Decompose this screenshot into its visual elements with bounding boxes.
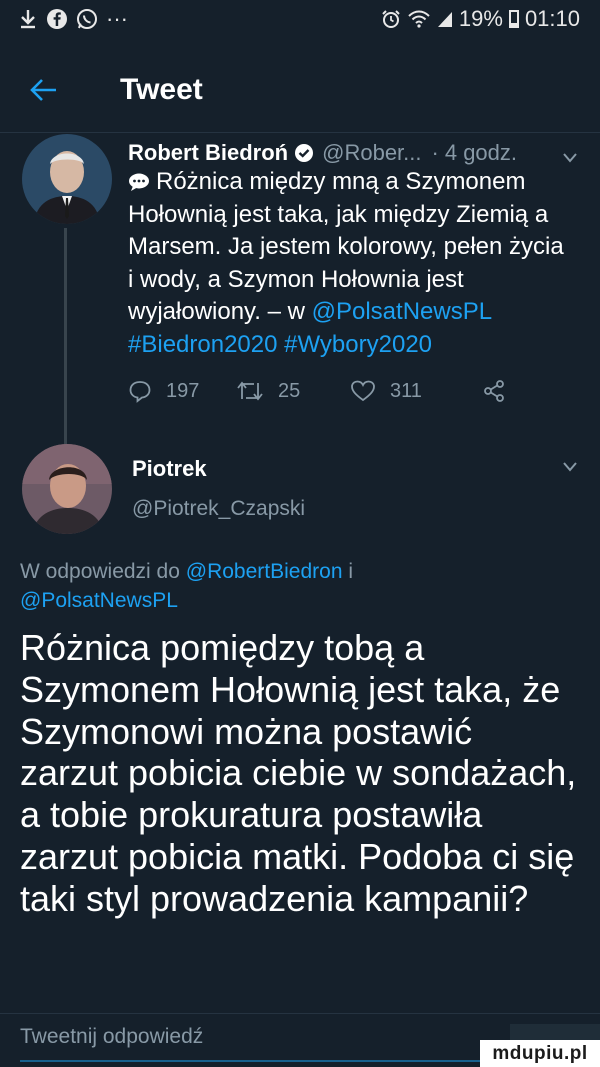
chevron-down-icon[interactable] [562, 460, 578, 478]
tweet1-text: Różnica między mną a Szymonem Hołownią j… [128, 166, 568, 361]
whatsapp-icon [76, 8, 98, 30]
share-button[interactable] [482, 379, 506, 403]
more-dots-icon: ··· [106, 6, 128, 31]
back-button[interactable] [18, 64, 70, 116]
app-header: Tweet [0, 60, 600, 120]
download-icon [18, 8, 38, 30]
hashtag-link[interactable]: #Biedron2020 [128, 331, 277, 358]
input-underline [20, 1060, 480, 1062]
thread-line [64, 228, 67, 446]
retweet-icon [237, 381, 263, 401]
watermark-logo: mdupiu.pl [480, 1040, 600, 1067]
reply-and: i [348, 560, 354, 583]
page-title: Tweet [120, 73, 203, 106]
like-count: 311 [390, 379, 422, 402]
author-handle[interactable]: @Piotrek_Czapski [132, 497, 305, 521]
separator-dot: · [431, 140, 439, 165]
like-button[interactable]: 311 [350, 379, 422, 403]
watermark-strip [510, 1024, 600, 1040]
mention-link[interactable]: @PolsatNewsPL [312, 298, 492, 325]
reply-button[interactable]: 197 [128, 379, 199, 403]
facebook-icon [46, 8, 68, 30]
author-name[interactable]: Robert Biedroń [128, 140, 288, 166]
reply-input[interactable]: Tweetnij odpowiedź [20, 1015, 460, 1059]
retweet-button[interactable]: 25 [236, 379, 300, 403]
status-bar-left: ··· [18, 6, 128, 32]
heart-icon [351, 380, 375, 402]
wifi-icon [407, 9, 431, 29]
mention-link[interactable]: @RobertBiedron [186, 560, 343, 583]
header-divider [0, 132, 600, 133]
composer-divider [0, 1013, 600, 1014]
mention-link[interactable]: @PolsatNewsPL [20, 589, 178, 612]
tweet1-actions: 197 25 311 [128, 376, 528, 406]
reply-count: 197 [166, 379, 200, 402]
reply-icon [129, 381, 151, 403]
status-bar-right: 19% 01:10 [381, 6, 580, 32]
tweet1-header: Robert Biedroń @Rober... · 4 godz. [128, 138, 578, 168]
author-handle[interactable]: @Rober... [322, 140, 421, 166]
battery-icon [508, 10, 519, 28]
back-arrow-icon [30, 79, 56, 101]
status-bar: ··· 19% 01:10 [0, 0, 600, 38]
avatar-piotrek[interactable] [22, 444, 112, 534]
signal-icon [437, 10, 453, 28]
replying-to: W odpowiedzi do @RobertBiedron i @Polsat… [20, 557, 580, 615]
battery-percent: 19% [458, 6, 503, 31]
avatar-robert[interactable] [22, 134, 112, 224]
retweet-count: 25 [278, 379, 301, 402]
share-icon [484, 380, 504, 402]
timestamp[interactable]: 4 godz. [445, 140, 517, 166]
alarm-icon [381, 9, 401, 29]
speech-bubble-icon [128, 168, 150, 191]
author-name[interactable]: Piotrek [132, 456, 207, 482]
clock: 01:10 [524, 6, 580, 31]
tweet2-text: Różnica pomiędzy tobą a Szymonem Hołowni… [20, 627, 577, 919]
verified-badge-icon [294, 143, 314, 163]
reply-prefix: W odpowiedzi do [20, 560, 180, 583]
hashtag-link[interactable]: #Wybory2020 [284, 331, 432, 358]
